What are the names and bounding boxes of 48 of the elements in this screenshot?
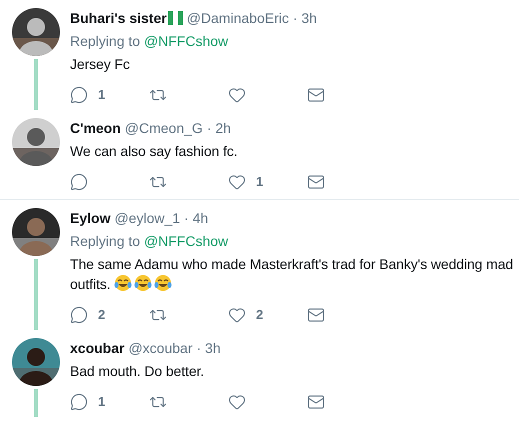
tweet-text: The same Adamu who made Masterkraft's trad for Banky's wedding mad — [70, 256, 514, 272]
envelope-icon — [307, 173, 325, 191]
reply-button[interactable]: 1 — [70, 85, 106, 105]
tweet-time[interactable]: · 2h — [206, 118, 231, 138]
tweet-text: Bad mouth. Do better. — [70, 363, 204, 379]
tweet-time[interactable]: · 3h — [196, 338, 221, 358]
tweet-text: outfits. — [70, 276, 110, 292]
user-handle[interactable]: @xcoubar — [128, 338, 192, 358]
heart-icon — [228, 86, 246, 104]
heart-icon — [228, 173, 246, 191]
message-button[interactable] — [307, 306, 325, 324]
like-button[interactable] — [228, 86, 246, 104]
message-button[interactable] — [307, 173, 325, 191]
user-handle[interactable]: @Cmeon_G — [124, 118, 203, 138]
reply-button[interactable] — [70, 173, 88, 191]
speech-bubble-icon — [70, 306, 88, 324]
like-button[interactable]: 2 — [228, 305, 264, 325]
mention-link[interactable]: @NFFCshow — [144, 233, 228, 249]
like-button[interactable] — [228, 393, 246, 411]
message-button[interactable] — [307, 86, 325, 104]
user-handle[interactable]: @eylow_1 — [114, 208, 180, 228]
message-button[interactable] — [307, 393, 325, 411]
display-name[interactable]: C'meon — [70, 118, 121, 138]
laughing-emoji-icon — [114, 274, 132, 292]
tweet-time[interactable]: · 3h — [292, 8, 317, 28]
envelope-icon — [307, 86, 325, 104]
laughing-emoji-icon — [154, 274, 172, 292]
speech-bubble-icon — [70, 393, 88, 411]
replying-label: Replying to — [70, 33, 140, 49]
speech-bubble-icon — [70, 173, 88, 191]
display-name[interactable]: Eylow — [70, 208, 110, 228]
display-name[interactable]: Buhari's sister — [70, 8, 167, 28]
tweet-text: Jersey Fc — [70, 56, 130, 72]
reply-button[interactable]: 2 — [70, 305, 106, 325]
replying-label: Replying to — [70, 233, 140, 249]
speech-bubble-icon — [70, 86, 88, 104]
like-button[interactable]: 1 — [228, 172, 264, 192]
tweet-text: We can also say fashion fc. — [70, 143, 238, 159]
heart-icon — [228, 393, 246, 411]
display-name[interactable]: xcoubar — [70, 338, 124, 358]
envelope-icon — [307, 393, 325, 411]
mention-link[interactable]: @NFFCshow — [144, 33, 228, 49]
tweet-time[interactable]: · 4h — [184, 208, 208, 228]
user-handle[interactable]: @DaminaboEric — [186, 8, 289, 28]
reply-button[interactable]: 1 — [70, 392, 106, 412]
laughing-emoji-icon — [134, 274, 152, 292]
envelope-icon — [307, 306, 325, 324]
heart-icon — [228, 306, 246, 324]
